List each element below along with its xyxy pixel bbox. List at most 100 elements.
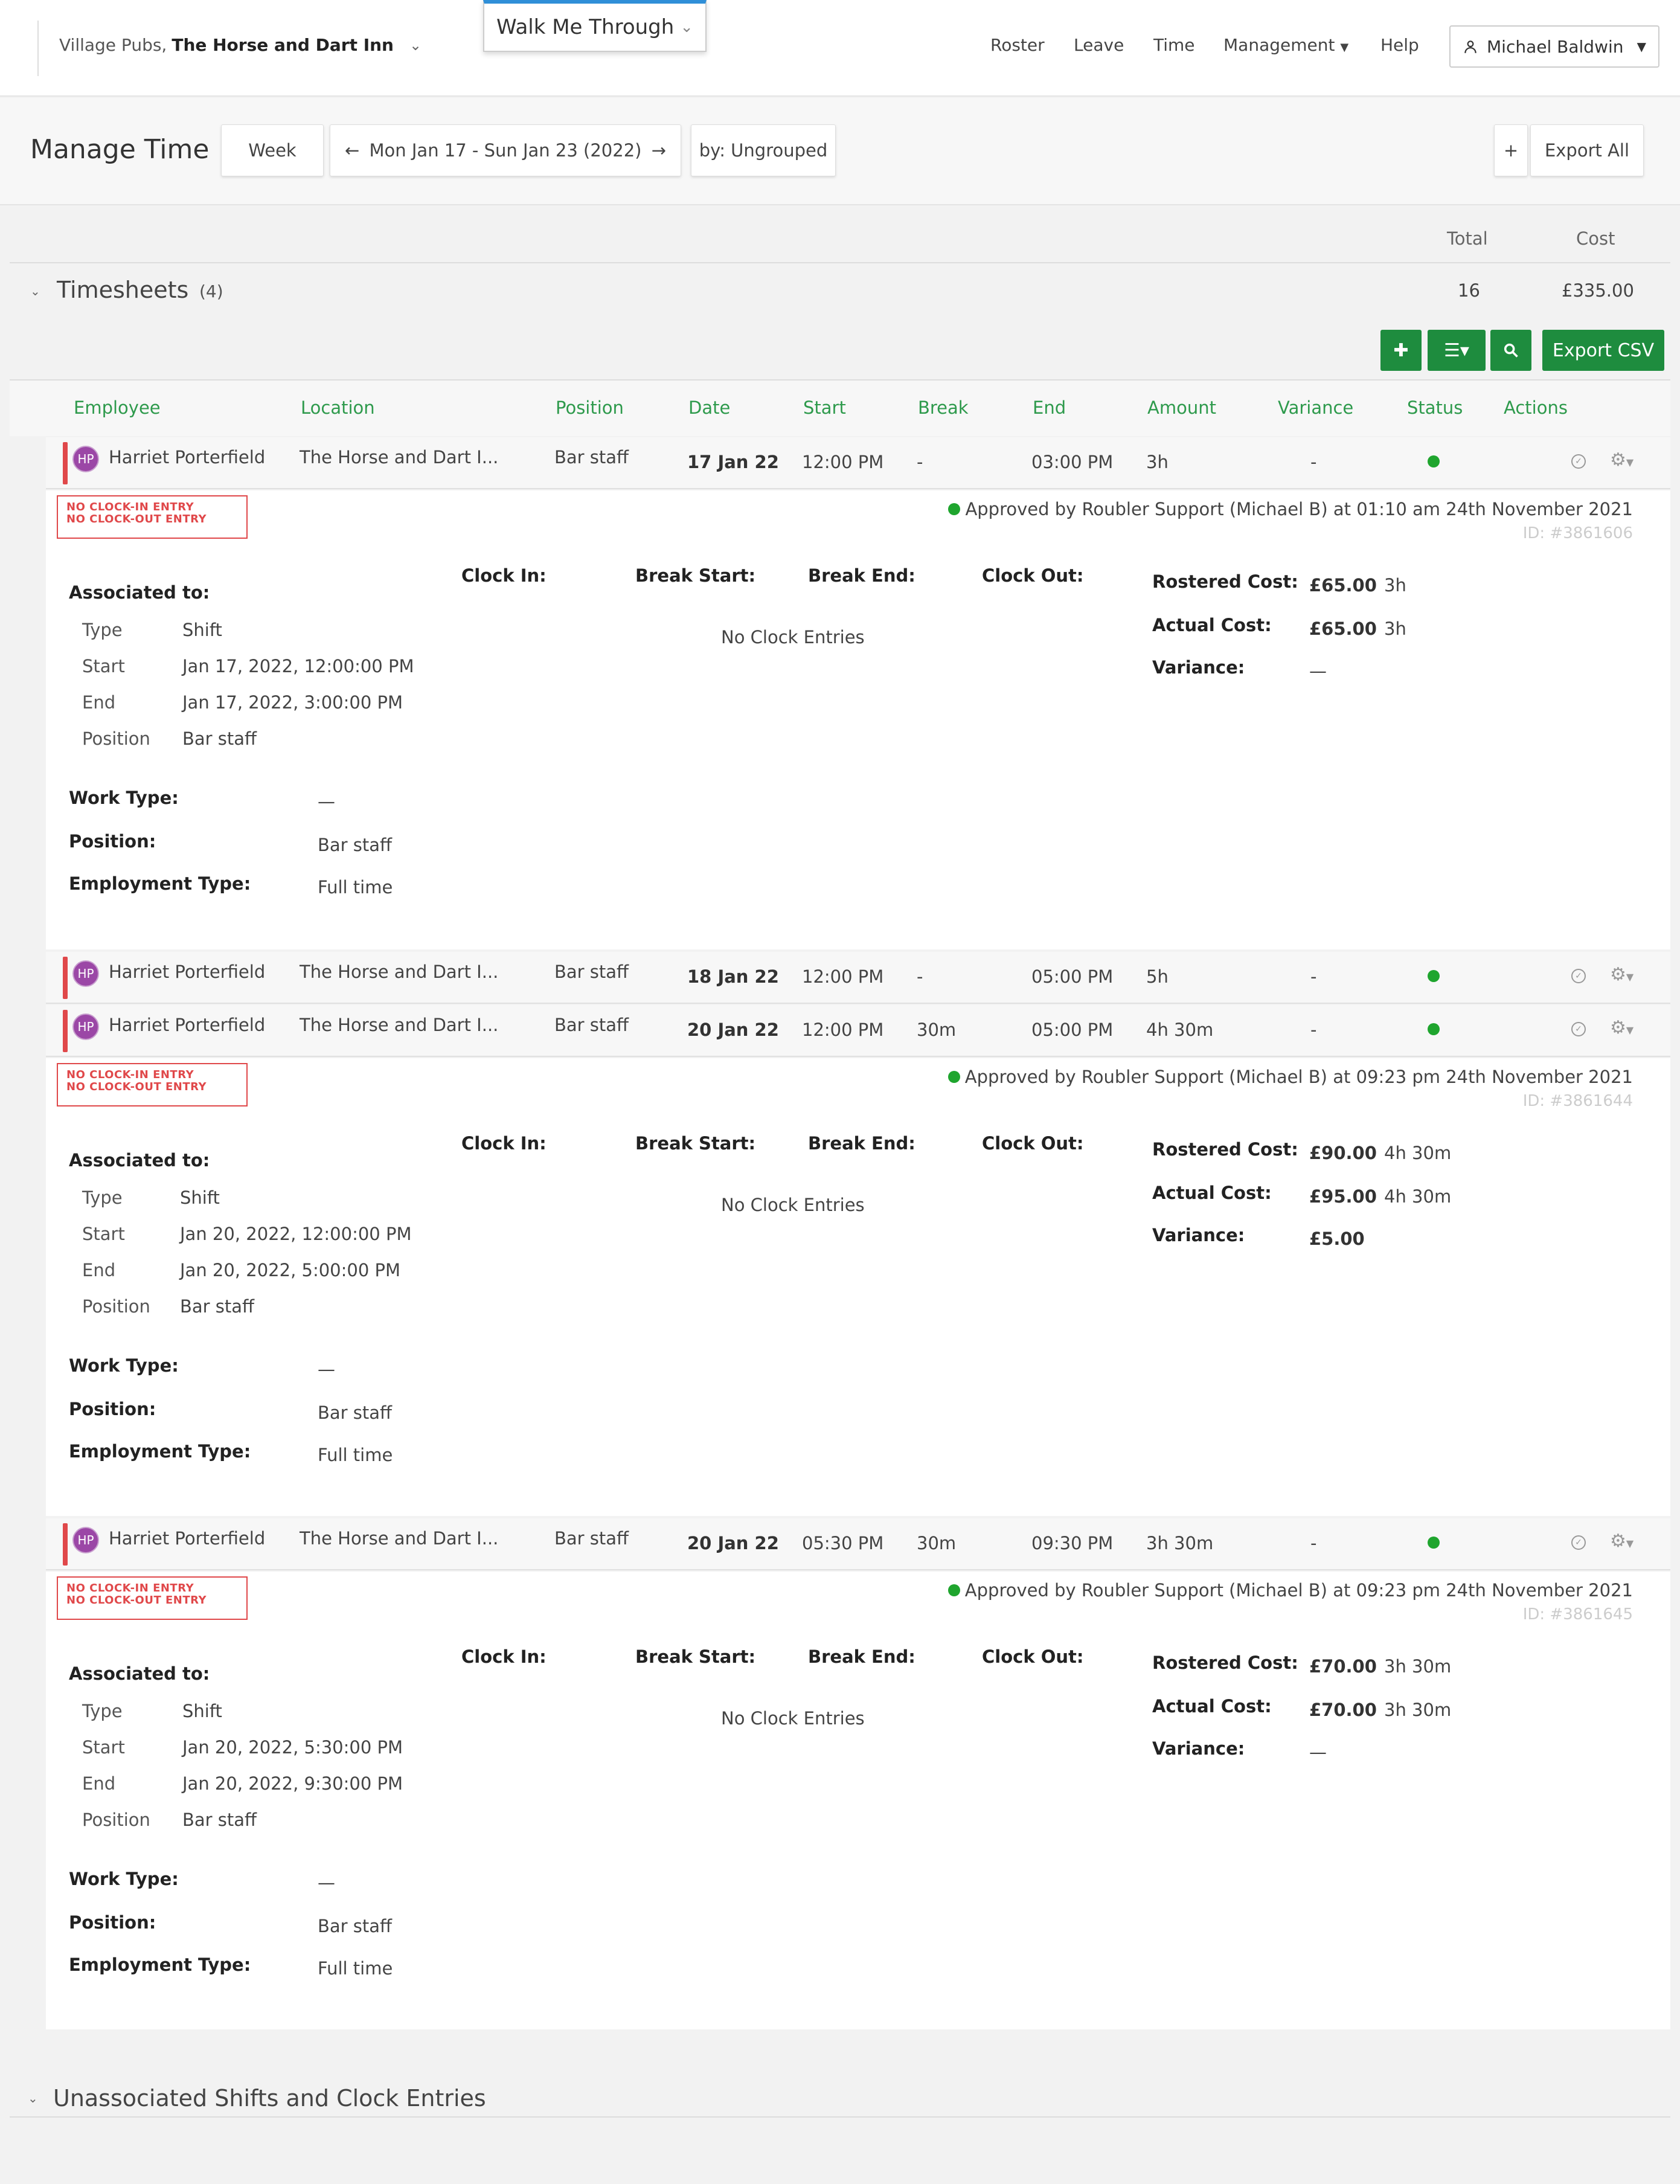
- nav-management[interactable]: Management ▼: [1223, 35, 1348, 55]
- view-week-button[interactable]: Week: [221, 124, 324, 176]
- divider: [37, 21, 39, 76]
- export-all-button[interactable]: Export All: [1530, 124, 1644, 176]
- approval-status: Approved by Roubler Support (Michael B) …: [948, 499, 1633, 519]
- no-clock-entry-badge: NO CLOCK-IN ENTRY NO CLOCK-OUT ENTRY: [57, 1063, 248, 1106]
- badge-line: NO CLOCK-IN ENTRY: [66, 1582, 194, 1595]
- date-cell: 20 Jan 22: [687, 1533, 779, 1553]
- status-bar: [63, 1523, 68, 1566]
- rostered-cost-label: Rostered Cost:: [1152, 571, 1298, 592]
- employment-type-value: Full time: [318, 877, 393, 898]
- column-header-position[interactable]: Position: [556, 397, 624, 418]
- variance-cell: -: [1310, 1020, 1317, 1040]
- end-label: End: [82, 1773, 116, 1794]
- user-name: Michael Baldwin: [1487, 36, 1624, 57]
- nav-help[interactable]: Help: [1380, 35, 1419, 55]
- approve-check-icon[interactable]: ✓: [1571, 454, 1586, 469]
- end-cell: 03:00 PM: [1031, 452, 1114, 472]
- collapse-caret-icon[interactable]: ⌄: [30, 284, 40, 298]
- column-header-location[interactable]: Location: [301, 397, 375, 418]
- total-header: Total: [1447, 228, 1488, 249]
- start-label: Start: [82, 1737, 125, 1758]
- column-header-variance[interactable]: Variance: [1278, 397, 1353, 418]
- approve-check-icon[interactable]: ✓: [1571, 1022, 1586, 1036]
- export-csv-button[interactable]: Export CSV: [1542, 330, 1664, 371]
- start-cell: 12:00 PM: [802, 452, 884, 472]
- badge-line: NO CLOCK-OUT ENTRY: [66, 1081, 207, 1093]
- no-clock-entries: No Clock Entries: [721, 1708, 865, 1729]
- assoc-type: Shift: [182, 620, 222, 640]
- add-button[interactable]: +: [1494, 124, 1528, 176]
- list-menu-button[interactable]: ☰▾: [1428, 330, 1486, 371]
- rostered-cost-label: Rostered Cost:: [1152, 1652, 1298, 1673]
- type-label: Type: [82, 620, 123, 640]
- table-row[interactable]: HP Harriet Porterfield The Horse and Dar…: [46, 437, 1670, 489]
- cost-value: £335.00: [1562, 280, 1634, 301]
- gear-icon[interactable]: ⚙▼: [1610, 449, 1634, 471]
- location-cell: The Horse and Dart I...: [300, 962, 499, 982]
- cost-header: Cost: [1576, 228, 1615, 249]
- column-header-status[interactable]: Status: [1407, 397, 1463, 418]
- search-button[interactable]: [1490, 330, 1531, 371]
- date-range-selector[interactable]: ← Mon Jan 17 - Sun Jan 23 (2022) →: [330, 124, 681, 176]
- plus-icon: +: [1503, 140, 1519, 161]
- caret-down-icon: ▼: [1340, 41, 1349, 54]
- location-cell: The Horse and Dart I...: [300, 447, 499, 467]
- list-icon: ☰▾: [1444, 339, 1469, 361]
- column-header-end[interactable]: End: [1033, 397, 1066, 418]
- status-dot: [1428, 1023, 1440, 1035]
- avatar: HP: [72, 446, 99, 472]
- table-row[interactable]: HP Harriet Porterfield The Horse and Dar…: [46, 1005, 1670, 1057]
- nav-time[interactable]: Time: [1153, 35, 1195, 55]
- walk-me-label: Walk Me Through: [496, 15, 675, 39]
- end-cell: 05:00 PM: [1031, 966, 1114, 987]
- arrow-left-icon[interactable]: ←: [345, 140, 359, 161]
- walk-me-through-dropdown[interactable]: Walk Me Through ⌄: [483, 0, 707, 52]
- associated-to-label: Associated to:: [69, 582, 210, 603]
- group-by-button[interactable]: by: Ungrouped: [691, 124, 836, 176]
- actual-cost-label: Actual Cost:: [1152, 1696, 1272, 1717]
- nav-leave[interactable]: Leave: [1074, 35, 1124, 55]
- break-cell: 30m: [917, 1020, 957, 1040]
- variance-cell: -: [1310, 966, 1317, 987]
- column-header-date[interactable]: Date: [688, 397, 730, 418]
- divider: [10, 2116, 1670, 2118]
- column-header-start[interactable]: Start: [803, 397, 846, 418]
- column-header-break[interactable]: Break: [918, 397, 969, 418]
- amount-cell: 5h: [1146, 966, 1169, 987]
- nav-management-label: Management: [1223, 35, 1335, 55]
- column-header-amount[interactable]: Amount: [1147, 397, 1216, 418]
- end-cell: 05:00 PM: [1031, 1020, 1114, 1040]
- actual-cost-label: Actual Cost:: [1152, 1183, 1272, 1203]
- gear-icon[interactable]: ⚙▼: [1610, 1017, 1634, 1038]
- work-type-value: —: [318, 791, 335, 812]
- user-menu-button[interactable]: Michael Baldwin ▼: [1449, 25, 1659, 68]
- variance-value: —: [1309, 661, 1327, 681]
- approve-check-icon[interactable]: ✓: [1571, 1535, 1586, 1550]
- break-start-label: Break Start:: [635, 565, 756, 586]
- approval-status: Approved by Roubler Support (Michael B) …: [947, 1067, 1633, 1087]
- badge-line: NO CLOCK-OUT ENTRY: [66, 1594, 207, 1607]
- assoc-end: Jan 20, 2022, 9:30:00 PM: [182, 1773, 403, 1794]
- gear-icon[interactable]: ⚙▼: [1610, 964, 1634, 985]
- column-header-employee[interactable]: Employee: [74, 397, 161, 418]
- employment-type-label: Employment Type:: [69, 1954, 251, 1975]
- timesheets-count: (4): [199, 281, 223, 301]
- timesheets-title[interactable]: Timesheets: [57, 277, 188, 303]
- table-row[interactable]: HP Harriet Porterfield The Horse and Dar…: [46, 1518, 1670, 1570]
- arrow-right-icon[interactable]: →: [652, 140, 666, 161]
- end-label: End: [82, 1260, 116, 1280]
- rostered-cost-value: £65.00: [1309, 575, 1377, 596]
- add-timesheet-button[interactable]: ✚: [1380, 330, 1422, 371]
- approve-check-icon[interactable]: ✓: [1571, 969, 1586, 983]
- table-row[interactable]: HP Harriet Porterfield The Horse and Dar…: [46, 952, 1670, 1004]
- organization-selector[interactable]: Village Pubs, The Horse and Dart Inn ⌄: [59, 35, 422, 55]
- date-cell: 18 Jan 22: [687, 966, 779, 987]
- start-cell: 12:00 PM: [802, 1020, 884, 1040]
- variance-label: Variance:: [1152, 657, 1245, 678]
- gear-icon[interactable]: ⚙▼: [1610, 1530, 1634, 1552]
- unassociated-section-title[interactable]: Unassociated Shifts and Clock Entries: [53, 2085, 486, 2112]
- associated-to-label: Associated to:: [69, 1150, 210, 1171]
- collapse-caret-icon[interactable]: ⌄: [28, 2091, 38, 2105]
- nav-roster[interactable]: Roster: [990, 35, 1045, 55]
- location-cell: The Horse and Dart I...: [300, 1528, 499, 1549]
